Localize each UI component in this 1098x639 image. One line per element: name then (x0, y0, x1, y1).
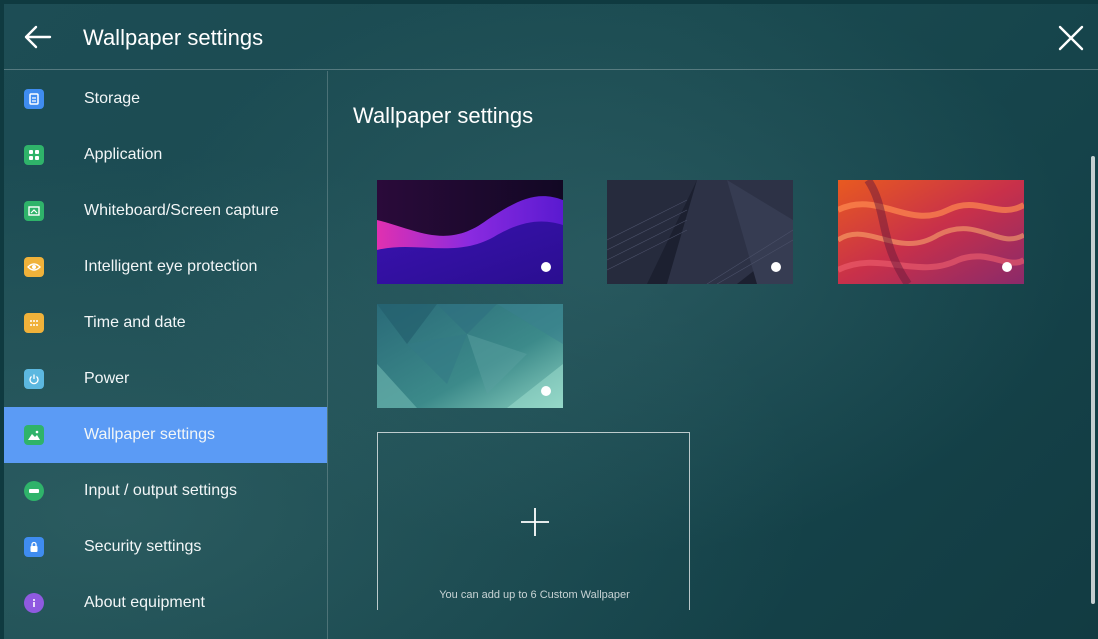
scrollbar[interactable] (1091, 156, 1095, 604)
settings-window: Wallpaper settings Storage Application W… (4, 4, 1098, 639)
arrow-left-icon (24, 25, 52, 49)
sidebar-item-eye-protection[interactable]: Intelligent eye protection (4, 239, 327, 295)
selection-dot (541, 262, 551, 272)
sidebar-item-storage[interactable]: Storage (4, 71, 327, 127)
plus-icon (521, 508, 549, 536)
selection-dot (1002, 262, 1012, 272)
selection-dot (771, 262, 781, 272)
sidebar-item-label: Power (84, 370, 130, 387)
sidebar-item-application[interactable]: Application (4, 127, 327, 183)
sidebar-item-about[interactable]: About equipment (4, 575, 327, 631)
sidebar-item-time-date[interactable]: Time and date (4, 295, 327, 351)
header-bar: Wallpaper settings (4, 4, 1098, 70)
add-wallpaper-hint: You can add up to 6 Custom Wallpaper (439, 589, 630, 601)
close-button[interactable] (1056, 23, 1086, 53)
application-icon (24, 145, 44, 165)
wallpaper-thumbnail-purple-wave[interactable] (377, 180, 563, 284)
wallpaper-image (607, 180, 793, 284)
header-title: Wallpaper settings (83, 25, 264, 50)
sidebar-item-label: Storage (84, 90, 141, 107)
sidebar-item-label: Security settings (84, 538, 202, 555)
wallpaper-image (838, 180, 1024, 284)
sidebar-item-label: Input / output settings (84, 482, 237, 499)
power-icon (24, 369, 44, 389)
wallpaper-icon (24, 425, 44, 445)
wallpaper-image (377, 180, 563, 284)
calendar-icon (24, 313, 44, 333)
info-icon (24, 593, 44, 613)
sidebar-item-whiteboard[interactable]: Whiteboard/Screen capture (4, 183, 327, 239)
wallpaper-thumbnail-teal-polygon[interactable] (377, 304, 563, 408)
sidebar-item-wallpaper[interactable]: Wallpaper settings (4, 407, 327, 463)
whiteboard-icon (24, 201, 44, 221)
sidebar-item-label: Time and date (84, 314, 186, 331)
storage-icon (24, 89, 44, 109)
sidebar-item-label: Whiteboard/Screen capture (84, 202, 279, 219)
sidebar-item-label: Wallpaper settings (84, 426, 216, 443)
wallpaper-thumbnail-dark-geometric[interactable] (607, 180, 793, 284)
sidebar-item-power[interactable]: Power (4, 351, 327, 407)
sidebar-item-label: Intelligent eye protection (84, 258, 258, 275)
input-output-icon (24, 481, 44, 501)
selection-dot (541, 386, 551, 396)
page-title: Wallpaper settings (353, 103, 534, 128)
eye-icon (24, 257, 44, 277)
sidebar-item-label: About equipment (84, 594, 205, 611)
sidebar-item-security[interactable]: Security settings (4, 519, 327, 575)
wallpaper-thumbnail-red-canyon[interactable] (838, 180, 1024, 284)
back-button[interactable] (22, 23, 54, 51)
sidebar-item-label: Application (84, 146, 163, 163)
sidebar-item-input-output[interactable]: Input / output settings (4, 463, 327, 519)
lock-icon (24, 537, 44, 557)
wallpaper-image (377, 304, 563, 408)
close-icon (1058, 25, 1084, 51)
add-custom-wallpaper-button[interactable]: You can add up to 6 Custom Wallpaper (377, 432, 690, 610)
sidebar: Storage Application Whiteboard/Screen ca… (4, 71, 328, 639)
